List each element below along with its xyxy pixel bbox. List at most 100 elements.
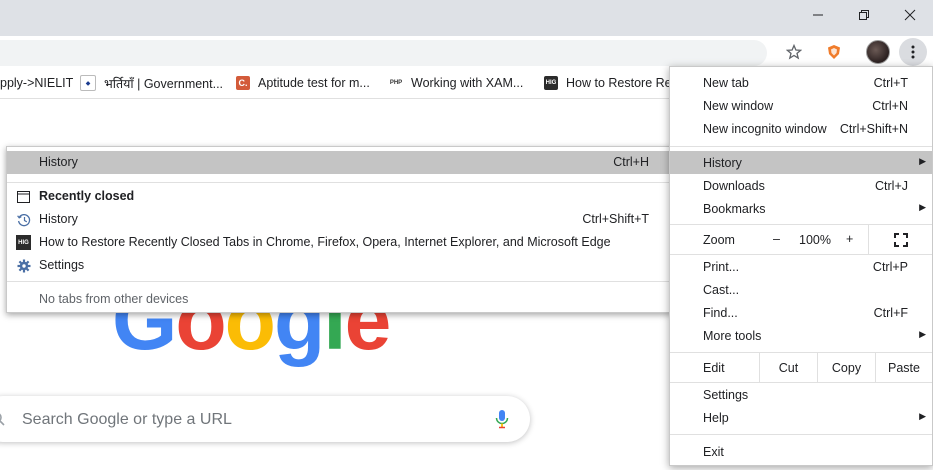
bookmark-label: How to Restore Rec — [566, 76, 678, 90]
submenu-arrow-icon: ▶ — [919, 329, 926, 339]
zoom-value: 100% — [799, 233, 831, 247]
shortcut-text: Ctrl+H — [613, 155, 649, 169]
menu-item-history[interactable]: History ▶ — [670, 151, 932, 174]
divider — [670, 434, 932, 435]
menu-item-new-tab[interactable]: New tab Ctrl+T — [670, 71, 932, 94]
bookmark-star-button[interactable] — [782, 40, 806, 64]
title-bar — [0, 0, 933, 36]
bookmark-item[interactable]: PHP Working with XAM... — [389, 74, 523, 92]
divider — [7, 182, 671, 183]
menu-item-downloads[interactable]: Downloads Ctrl+J — [670, 174, 932, 197]
minimize-icon — [813, 14, 823, 16]
menu-item-more-tools[interactable]: More tools ▶ — [670, 324, 932, 347]
zoom-row: Zoom – 100% + — [670, 225, 932, 254]
bookmark-item[interactable]: HIG How to Restore Rec — [544, 74, 678, 92]
submenu-history-header[interactable]: History Ctrl+H — [7, 151, 671, 174]
chrome-menu-button[interactable] — [899, 38, 927, 66]
profile-avatar-button[interactable] — [866, 40, 890, 64]
edit-row: Edit Cut Copy Paste — [670, 353, 932, 382]
submenu-history-label: History — [39, 155, 78, 169]
chrome-main-menu: New tab Ctrl+T New window Ctrl+N New inc… — [669, 66, 933, 466]
menu-item-find[interactable]: Find... Ctrl+F — [670, 301, 932, 324]
zoom-in-button[interactable]: + — [846, 232, 853, 246]
menu-item-label: Cast... — [703, 283, 740, 297]
shortcut-text: Ctrl+J — [875, 179, 908, 193]
menu-item-new-incognito[interactable]: New incognito window Ctrl+Shift+N — [670, 117, 932, 140]
submenu-item-history[interactable]: History Ctrl+Shift+T — [7, 208, 671, 231]
menu-item-label: Settings — [703, 388, 749, 402]
menu-item-settings[interactable]: Settings — [670, 383, 932, 406]
submenu-item-label: How to Restore Recently Closed Tabs in C… — [39, 235, 611, 249]
menu-item-label: Print... — [703, 260, 740, 274]
fullscreen-icon — [893, 232, 908, 247]
bookmark-item[interactable]: pply->NIELIT — [0, 74, 73, 92]
avatar — [866, 40, 890, 64]
history-clock-icon — [16, 212, 31, 227]
close-window-button[interactable] — [887, 0, 933, 30]
zoom-label: Zoom — [703, 233, 735, 247]
menu-item-new-window[interactable]: New window Ctrl+N — [670, 94, 932, 117]
submenu-item-recent-tab[interactable]: HIG How to Restore Recently Closed Tabs … — [7, 231, 671, 254]
bookmark-item[interactable]: ◆ भर्तियाँ | Government... — [80, 74, 223, 92]
history-submenu: History Ctrl+H Recently closed History C… — [6, 146, 672, 313]
gear-icon — [16, 258, 31, 273]
shield-extension-icon — [828, 45, 840, 59]
recently-closed-label: Recently closed — [39, 189, 135, 203]
shortcut-text: Ctrl+Shift+T — [582, 212, 649, 226]
cut-button[interactable]: Cut — [759, 353, 817, 382]
menu-item-label: New tab — [703, 76, 749, 90]
three-dots-icon — [911, 45, 915, 59]
bookmark-label: Working with XAM... — [411, 76, 524, 90]
edit-label: Edit — [703, 361, 725, 375]
bookmark-label: Aptitude test for m... — [258, 76, 370, 90]
search-box[interactable]: Search Google or type a URL — [0, 396, 530, 442]
bookmark-label: pply->NIELIT — [0, 76, 74, 90]
copy-button[interactable]: Copy — [817, 353, 875, 382]
search-icon — [0, 413, 5, 426]
nielit-logo-icon: ◆ — [80, 75, 96, 91]
address-bar[interactable] — [0, 40, 767, 66]
no-tabs-message: No tabs from other devices — [7, 288, 671, 311]
fullscreen-button[interactable] — [868, 225, 932, 254]
bookmark-label: भर्तियाँ | Government... — [104, 76, 224, 91]
menu-item-exit[interactable]: Exit — [670, 440, 932, 463]
menu-item-label: Bookmarks — [703, 202, 766, 216]
menu-item-print[interactable]: Print... Ctrl+P — [670, 255, 932, 278]
shortcut-text: Ctrl+P — [872, 260, 908, 274]
submenu-arrow-icon: ▶ — [919, 202, 926, 212]
menu-item-label: More tools — [703, 329, 762, 343]
star-icon — [786, 44, 802, 60]
shortcut-text: Ctrl+Shift+N — [839, 122, 908, 136]
menu-item-label: Find... — [703, 306, 738, 320]
menu-item-help[interactable]: Help ▶ — [670, 406, 932, 429]
window-icon — [16, 189, 31, 204]
shortcut-text: Ctrl+F — [873, 306, 908, 320]
minimize-button[interactable] — [795, 0, 841, 30]
bookmark-favicon: HIG — [544, 76, 558, 90]
menu-item-bookmarks[interactable]: Bookmarks ▶ — [670, 197, 932, 220]
paste-button[interactable]: Paste — [875, 353, 932, 382]
extension-button[interactable] — [822, 40, 846, 64]
restore-button[interactable] — [841, 0, 887, 30]
microphone-icon[interactable] — [495, 409, 509, 429]
bookmark-favicon: PHP — [389, 76, 403, 90]
submenu-arrow-icon: ▶ — [919, 156, 926, 166]
divider — [7, 281, 671, 282]
menu-item-label: Help — [703, 411, 729, 425]
submenu-item-settings[interactable]: Settings — [7, 254, 671, 277]
zoom-out-button[interactable]: – — [773, 232, 780, 246]
recently-closed-heading: Recently closed — [7, 185, 671, 208]
shortcut-text: Ctrl+N — [872, 99, 908, 113]
submenu-item-label: Settings — [39, 258, 85, 272]
menu-item-label: Exit — [703, 445, 724, 459]
menu-item-label: History — [703, 156, 742, 170]
bookmark-item[interactable]: C. Aptitude test for m... — [236, 74, 370, 92]
hig-favicon: HIG — [16, 235, 31, 250]
menu-item-cast[interactable]: Cast... — [670, 278, 932, 301]
menu-item-label: Downloads — [703, 179, 765, 193]
divider — [670, 146, 932, 147]
submenu-item-label: History — [39, 212, 78, 226]
submenu-arrow-icon: ▶ — [919, 411, 926, 421]
shortcut-text: Ctrl+T — [873, 76, 908, 90]
restore-icon — [859, 10, 869, 20]
